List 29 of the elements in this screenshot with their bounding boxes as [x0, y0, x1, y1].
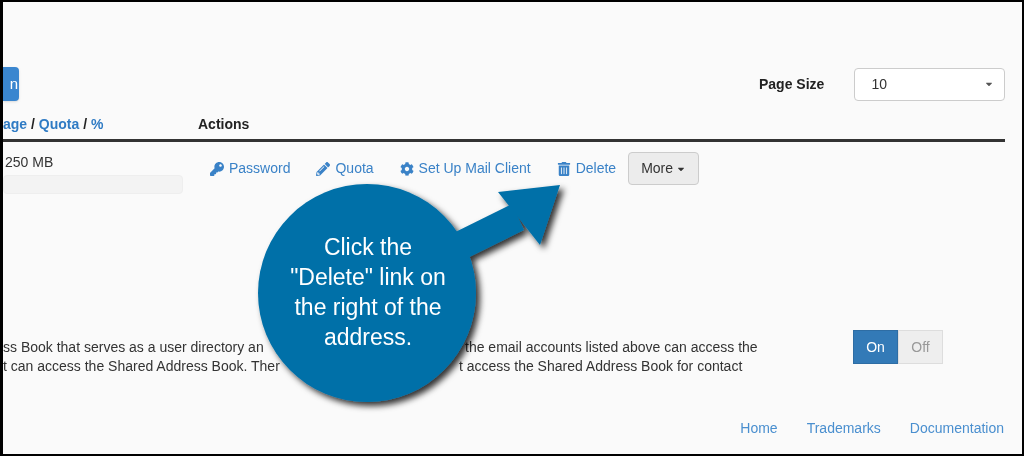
separator-text: / [30, 115, 36, 134]
toggle-option[interactable]: On [853, 330, 898, 364]
footer-link[interactable]: Trademarks [806, 418, 881, 439]
more-button[interactable]: More [628, 152, 700, 185]
footer-link[interactable]: Home [740, 418, 778, 439]
pencil-icon [316, 161, 331, 176]
action-link[interactable]: Password [210, 158, 291, 179]
trash-icon [556, 161, 571, 176]
footer-link[interactable]: Documentation [909, 418, 1004, 439]
description-text: t access the Shared Address Book for contact [459, 357, 743, 376]
action-link[interactable]: Delete [556, 158, 617, 179]
action-link[interactable]: Quota [316, 158, 374, 179]
search-button[interactable]: n [3, 67, 19, 101]
column-sort-link[interactable]: Quota [38, 114, 80, 135]
action-link[interactable]: Set Up Mail Client [399, 158, 531, 179]
description-text: ss Book that serves as a user directory an [3, 338, 264, 357]
column-header: Actions [198, 115, 250, 134]
callout-text: Click the "Delete" link on the right of the address. [289, 233, 447, 352]
settings-icon [399, 161, 414, 176]
description-text: the email accounts listed above can access the [465, 338, 758, 357]
usage-text: 250 MB [4, 153, 55, 172]
column-sort-link[interactable]: age [3, 114, 28, 135]
separator-text: / [82, 115, 89, 134]
column-sort-link[interactable]: % [90, 114, 104, 135]
page-size-select[interactable]: 10 [854, 67, 1006, 101]
page-size-label: Page Size [759, 74, 825, 94]
key-icon [210, 161, 224, 176]
toggle-option[interactable]: Off [898, 330, 943, 364]
description-text: t can access the Shared Address Book. Ther [3, 357, 280, 376]
